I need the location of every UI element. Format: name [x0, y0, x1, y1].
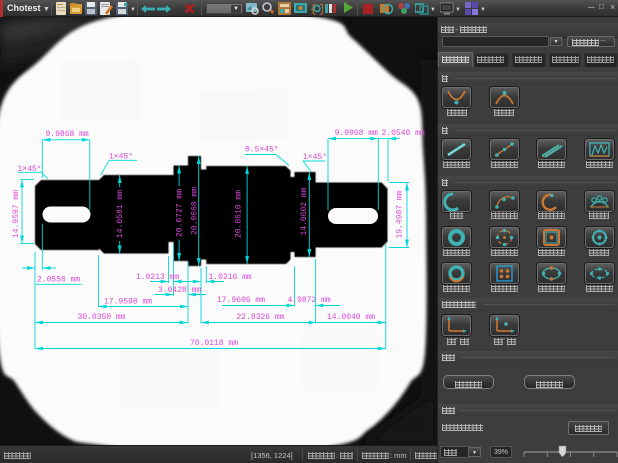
svg-text:14.0040 mm: 14.0040 mm — [327, 313, 375, 322]
svg-text:19.4987 mm: 19.4987 mm — [396, 190, 405, 238]
svg-text:14.9597 mm: 14.9597 mm — [12, 190, 21, 238]
svg-text:4.0872 mm: 4.0872 mm — [288, 296, 331, 305]
svg-text:3.0428 mm: 3.0428 mm — [158, 286, 201, 295]
svg-text:0.5×45°: 0.5×45° — [245, 146, 279, 155]
svg-text:17.9606 mm: 17.9606 mm — [217, 296, 265, 305]
svg-text:20.0610 mm: 20.0610 mm — [235, 190, 244, 238]
svg-text:20.0727 mm: 20.0727 mm — [175, 189, 184, 237]
svg-text:1.0213 mm: 1.0213 mm — [136, 273, 179, 282]
svg-text:1.0216 mm: 1.0216 mm — [209, 273, 252, 282]
svg-text:17.9598 mm: 17.9598 mm — [104, 298, 152, 307]
svg-text:14.0581 mm: 14.0581 mm — [116, 190, 125, 238]
svg-text:2.0550 mm: 2.0550 mm — [37, 276, 80, 285]
svg-text:30.0350 mm: 30.0350 mm — [78, 313, 126, 322]
svg-text:}: } — [319, 4, 323, 15]
svg-text:20.0668 mm: 20.0668 mm — [191, 187, 200, 235]
svg-text:70.0118 mm: 70.0118 mm — [190, 339, 238, 348]
svg-text:2.0540 mm: 2.0540 mm — [382, 129, 425, 138]
svg-text:9.9968 mm: 9.9968 mm — [335, 129, 378, 138]
svg-text:9.9868 mm: 9.9868 mm — [46, 130, 89, 139]
svg-text:14.0602 mm: 14.0602 mm — [300, 187, 309, 235]
svg-text:22.8326 mm: 22.8326 mm — [237, 313, 285, 322]
